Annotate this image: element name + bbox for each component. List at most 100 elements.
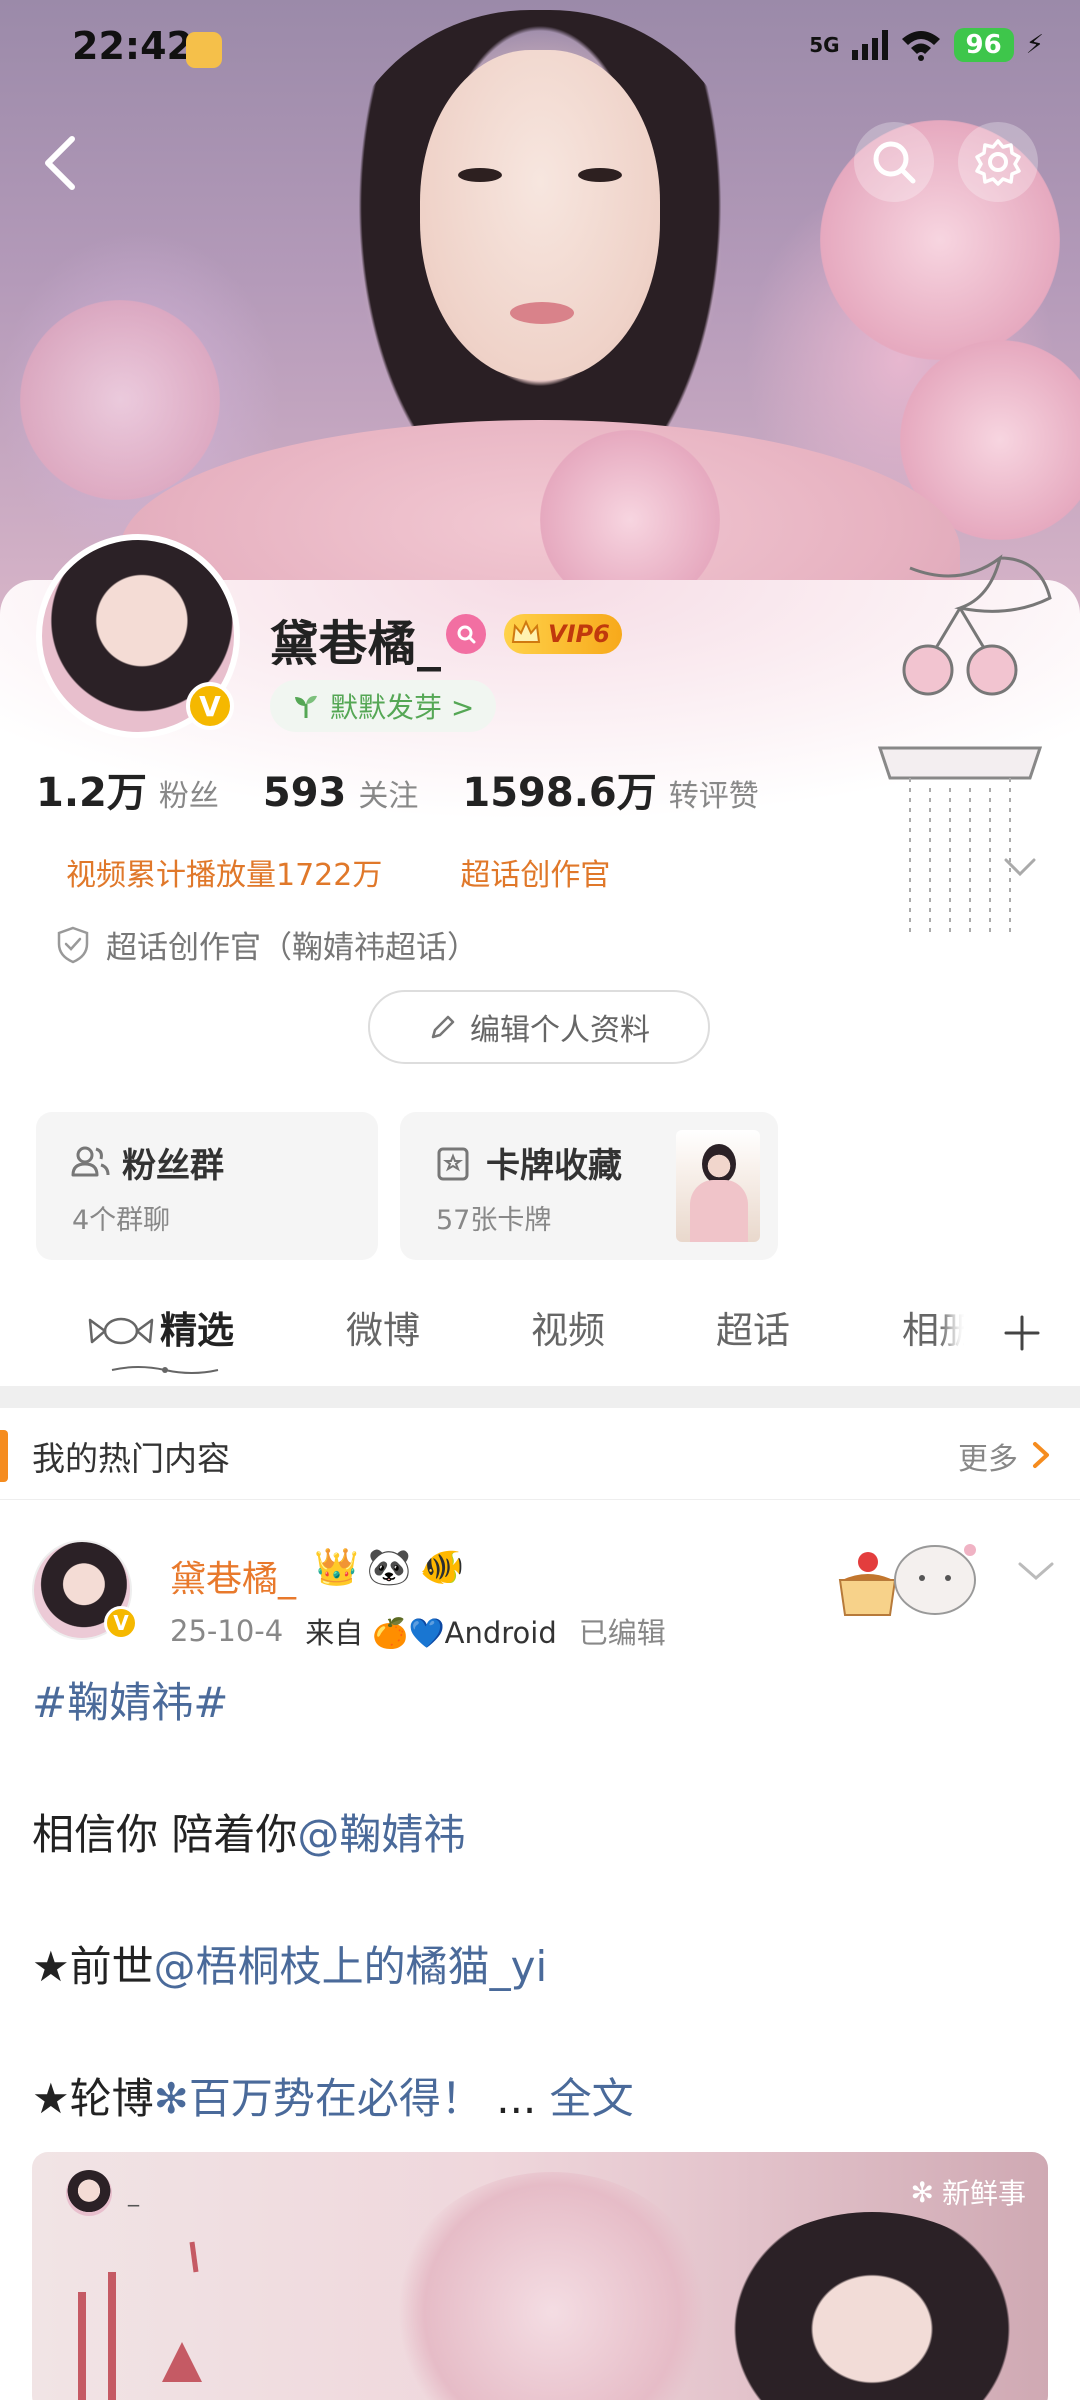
tab-weibo[interactable]: 微博 xyxy=(346,1300,420,1354)
card-collection-title: 卡牌收藏 xyxy=(486,1146,622,1186)
tag-super-topic-creator[interactable]: 超话创作官 xyxy=(460,850,610,894)
post-media[interactable]: _ ✻ 新鲜事 xyxy=(32,2152,1048,2400)
mention-link[interactable]: @鞠婧祎 xyxy=(297,1810,465,1859)
more-link[interactable]: 更多 xyxy=(958,1434,1018,1478)
super-topic-link[interactable]: 百万势在必得！ xyxy=(189,2074,483,2123)
candy-icon xyxy=(88,1317,154,1345)
certification-row: 超话创作官（鞠婧祎超话） xyxy=(56,922,478,967)
shield-icon xyxy=(57,926,89,963)
add-tab-button[interactable] xyxy=(964,1298,1080,1368)
post-text-line1: 相信你 陪着你 xyxy=(32,1810,298,1859)
super-topic-icon: ✻ xyxy=(153,2074,189,2123)
stat-interactions[interactable]: 1598.6万 转评赞 xyxy=(462,760,758,818)
accent-bar xyxy=(0,1430,8,1482)
status-time: 22:42 xyxy=(72,24,193,68)
weibo-post: V 黛巷橘_ 👑 🐼 🐠 25-10-4 来自 🍊💙Android 已编辑 #鞠… xyxy=(0,1500,1080,2400)
charging-icon: ⚡ xyxy=(1025,30,1044,60)
search-badge-icon xyxy=(457,625,476,644)
sprout-icon xyxy=(295,695,317,718)
plus-icon xyxy=(1004,1315,1040,1351)
weibo-notification-icon xyxy=(186,32,222,68)
source-prefix: 来自 xyxy=(305,1616,364,1650)
fan-group-title: 粉丝群 xyxy=(122,1146,224,1186)
chevron-down-icon[interactable] xyxy=(1000,852,1040,882)
crown-icon xyxy=(511,619,541,643)
pencil-icon xyxy=(431,1015,455,1039)
stat-label: 粉丝 xyxy=(158,779,219,814)
news-tag: ✻ 新鲜事 xyxy=(911,2172,1026,2212)
profile-stats: 1.2万 粉丝 593 关注 1598.6万 转评赞 xyxy=(36,760,803,818)
stat-number: 1598.6万 xyxy=(462,770,657,816)
super-topic-badge[interactable] xyxy=(446,614,486,654)
hot-content-header: 我的热门内容 更多 xyxy=(0,1408,1080,1500)
network-type: 5G xyxy=(809,33,840,57)
sparkle-icon: ✻ xyxy=(910,2175,934,2209)
post-edited: 已编辑 xyxy=(578,1616,666,1650)
post-date: 25-10-4 xyxy=(170,1614,284,1648)
blue-heart-icon: 💙 xyxy=(408,1616,445,1650)
edit-profile-label: 编辑个人资料 xyxy=(470,1013,650,1048)
tab-featured[interactable]: 精选 xyxy=(160,1300,234,1354)
stat-followers[interactable]: 1.2万 粉丝 xyxy=(36,760,219,818)
stat-number: 1.2万 xyxy=(36,770,147,816)
news-tag-label: 新鲜事 xyxy=(941,2177,1026,2210)
media-caption: _ xyxy=(128,2182,139,2207)
verified-icon: V xyxy=(104,1606,138,1640)
hot-content-title: 我的热门内容 xyxy=(32,1439,230,1478)
card-collection-tile[interactable]: 卡牌收藏 57张卡牌 xyxy=(400,1112,778,1260)
tab-super-topic[interactable]: 超话 xyxy=(716,1300,790,1354)
stat-label: 关注 xyxy=(358,779,419,814)
full-text-link[interactable]: 全文 xyxy=(550,2074,634,2123)
settings-button[interactable] xyxy=(958,122,1038,202)
verified-icon: V xyxy=(186,682,234,730)
orange-icon: 🍊 xyxy=(372,1616,409,1650)
tab-video[interactable]: 视频 xyxy=(531,1300,605,1354)
ellipsis-text: ... xyxy=(496,2074,537,2123)
search-icon xyxy=(873,141,916,184)
mention-link-2[interactable]: @梧桐枝上的橘猫_yi xyxy=(154,1942,548,1991)
cherry-pillar-decoration xyxy=(877,554,1052,938)
search-button[interactable] xyxy=(854,122,934,202)
author-badges: 👑 🐼 🐠 xyxy=(314,1546,464,1588)
stat-number: 593 xyxy=(262,770,347,816)
crown-badge-icon: 👑 xyxy=(314,1547,359,1588)
stat-following[interactable]: 593 关注 xyxy=(263,770,419,816)
card-thumbnail xyxy=(676,1130,760,1242)
media-avatar xyxy=(66,2170,112,2216)
post-text-line2: ★前世 xyxy=(32,1942,154,1991)
people-icon xyxy=(71,1146,110,1177)
pudding-cat-decoration xyxy=(838,1544,976,1616)
fan-group-count: 4个群聊 xyxy=(72,1205,171,1236)
post-text-line3: ★轮博 xyxy=(32,2074,154,2123)
chevron-right-icon[interactable] xyxy=(1026,1438,1056,1472)
certification-text: 超话创作官（鞠婧祎超话） xyxy=(106,930,478,966)
fan-group-tile[interactable]: 粉丝群 4个群聊 xyxy=(36,1112,378,1260)
post-source: 来自 🍊💙Android xyxy=(305,1610,557,1652)
back-button[interactable] xyxy=(30,128,90,198)
card-icon xyxy=(437,1147,469,1181)
stat-label: 转评赞 xyxy=(668,779,759,814)
tag-video-plays[interactable]: 视频累计播放量1722万 xyxy=(66,850,382,894)
sprout-status-button[interactable]: 默默发芽 > xyxy=(270,680,497,732)
battery-indicator: 96 xyxy=(953,28,1014,62)
topic-link[interactable]: #鞠婧祎# xyxy=(32,1678,228,1727)
signal-icon xyxy=(851,30,888,60)
calligraphy-decoration xyxy=(78,2241,202,2400)
device-name: Android xyxy=(444,1616,557,1650)
edit-profile-button[interactable]: 编辑个人资料 xyxy=(368,990,710,1064)
section-divider xyxy=(0,1386,1080,1408)
profile-username: 黛巷橘_ xyxy=(270,616,443,672)
panda-badge-icon: 🐼 xyxy=(366,1547,412,1588)
post-author-name[interactable]: 黛巷橘_ xyxy=(170,1550,296,1602)
fish-badge-icon: 🐠 xyxy=(419,1547,465,1588)
back-arrow-icon xyxy=(45,136,75,190)
gear-icon xyxy=(975,139,1021,186)
wifi-icon xyxy=(901,31,940,61)
profile-tags: 视频累计播放量1722万 超话创作官 xyxy=(66,850,610,894)
tab-underline-decoration xyxy=(111,1366,219,1374)
status-bar: 22:42 5G 96 ⚡ xyxy=(0,0,1080,96)
chevron-down-icon[interactable] xyxy=(1014,1556,1058,1586)
vip-badge[interactable]: VIP6 xyxy=(504,614,622,654)
sprout-label: 默默发芽 > xyxy=(330,691,475,724)
post-meta: 25-10-4 来自 🍊💙Android 已编辑 xyxy=(170,1610,666,1652)
